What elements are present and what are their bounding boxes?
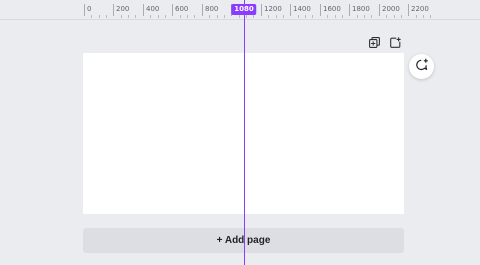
ruler-major-tick [349, 4, 350, 16]
ruler-minor-tick [150, 15, 151, 18]
ruler-label: 800 [205, 5, 219, 13]
ruler-guide-line [244, 0, 245, 265]
ruler-minor-tick [394, 15, 395, 18]
ruler-minor-tick [217, 15, 218, 18]
add-page-icon-button[interactable] [387, 34, 403, 50]
ruler-label: 1400 [293, 5, 311, 13]
ruler-minor-tick [416, 15, 417, 18]
ruler-minor-tick [327, 15, 328, 18]
ruler-minor-tick [386, 15, 387, 18]
ruler-major-tick [84, 4, 85, 16]
page-toolbar [366, 34, 406, 50]
ruler-minor-tick [224, 15, 225, 18]
ruler-major-tick [261, 4, 262, 16]
ruler-minor-tick [99, 15, 100, 18]
ruler-label: 1200 [264, 5, 282, 13]
ruler-minor-tick [364, 15, 365, 18]
ruler-label: 400 [146, 5, 160, 13]
comment-add-icon [415, 57, 429, 76]
ruler-minor-tick [283, 15, 284, 18]
ruler-minor-tick [423, 15, 424, 18]
ruler-divider [0, 19, 480, 20]
ruler-minor-tick [106, 15, 107, 18]
ruler-minor-tick [158, 15, 159, 18]
ruler-minor-tick [165, 15, 166, 18]
ruler-label: 1800 [352, 5, 370, 13]
ruler-major-tick [202, 4, 203, 16]
ruler-major-tick [320, 4, 321, 16]
ruler-major-tick [113, 4, 114, 16]
ruler-minor-tick [246, 15, 247, 18]
ruler-minor-tick [187, 15, 188, 18]
ruler-label: 600 [175, 5, 189, 13]
ruler-label: 200 [116, 5, 130, 13]
ruler-minor-tick [305, 15, 306, 18]
ruler-position-marker: 1080 [231, 4, 257, 15]
ruler-label: 1600 [323, 5, 341, 13]
ruler-minor-tick [430, 15, 431, 18]
ruler-label: 2000 [382, 5, 400, 13]
ruler-minor-tick [342, 15, 343, 18]
ruler-minor-tick [312, 15, 313, 18]
ruler-minor-tick [298, 15, 299, 18]
ruler-ticks: 0 200 400 600 800 10 1200 1400 1600 1800… [84, 0, 434, 20]
ruler-major-tick [408, 4, 409, 16]
ruler-major-tick [290, 4, 291, 16]
ruler-minor-tick [128, 15, 129, 18]
ruler-label: 2200 [411, 5, 429, 13]
add-comment-button[interactable] [409, 54, 434, 79]
ruler-label: 0 [87, 5, 92, 13]
ruler-minor-tick [239, 15, 240, 18]
ruler-minor-tick [357, 15, 358, 18]
ruler-minor-tick [121, 15, 122, 18]
ruler-minor-tick [253, 15, 254, 18]
ruler-minor-tick [268, 15, 269, 18]
ruler-minor-tick [91, 15, 92, 18]
ruler-major-tick [143, 4, 144, 16]
ruler-minor-tick [335, 15, 336, 18]
ruler-minor-tick [180, 15, 181, 18]
ruler-minor-tick [276, 15, 277, 18]
ruler-minor-tick [209, 15, 210, 18]
ruler-major-tick [172, 4, 173, 16]
duplicate-page-icon [368, 33, 380, 52]
ruler-minor-tick [194, 15, 195, 18]
ruler-minor-tick [371, 15, 372, 18]
ruler-minor-tick [401, 15, 402, 18]
ruler-major-tick [379, 4, 380, 16]
ruler-minor-tick [135, 15, 136, 18]
duplicate-page-button[interactable] [366, 34, 382, 50]
add-page-icon [389, 33, 401, 52]
